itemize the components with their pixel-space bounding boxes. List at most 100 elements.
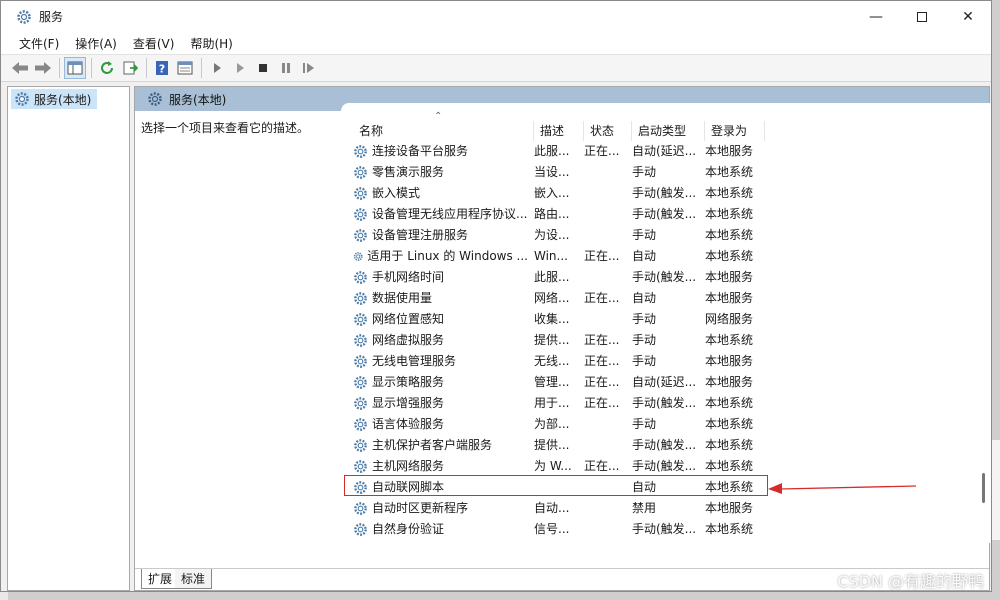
- table-row[interactable]: 语言体验服务 为部... 手动 本地系统: [341, 414, 991, 435]
- service-startup-type: 禁用: [632, 501, 657, 515]
- column-header-description[interactable]: 描述: [534, 121, 584, 141]
- table-row[interactable]: 手机网络时间 此服... 手动(触发... 本地服务: [341, 267, 991, 288]
- service-description: 信号...: [534, 522, 570, 536]
- service-startup-type: 手动: [632, 165, 657, 179]
- service-status: [584, 414, 627, 435]
- tab-extended[interactable]: 扩展: [141, 569, 180, 589]
- service-startup-type: 自动: [632, 291, 657, 305]
- column-header-startup-type[interactable]: 启动类型: [632, 121, 705, 141]
- detail-header-label: 服务(本地): [169, 92, 227, 107]
- column-header-status[interactable]: 状态: [584, 121, 632, 141]
- help-button[interactable]: ?: [151, 57, 173, 79]
- gear-icon: [354, 229, 367, 242]
- back-button[interactable]: [9, 57, 31, 79]
- close-button[interactable]: ✕: [945, 1, 991, 32]
- table-row[interactable]: 自动时区更新程序 自动... 禁用 本地服务: [341, 498, 991, 519]
- column-header-name[interactable]: 名称: [353, 121, 534, 141]
- maximize-button[interactable]: [899, 1, 945, 32]
- services-window: 服务 — ✕ 文件(F) 操作(A) 查看(V) 帮助(H) ? 服务(本地) …: [0, 0, 992, 592]
- table-row[interactable]: 零售演示服务 当设... 手动 本地系统: [341, 162, 991, 183]
- title-bar[interactable]: 服务 — ✕: [1, 1, 991, 32]
- export-list-button[interactable]: [119, 57, 141, 79]
- tree-item-services-local[interactable]: 服务(本地): [11, 89, 97, 109]
- service-logon-as: 本地系统: [705, 249, 754, 263]
- table-row[interactable]: 主机网络服务 为 W... 正在... 手动(触发... 本地系统: [341, 456, 991, 477]
- service-name-cell: 零售演示服务: [353, 162, 528, 183]
- service-name: 网络虚拟服务: [372, 333, 445, 347]
- service-startup-type: 手动: [632, 333, 657, 347]
- service-startup-type: 手动(触发...: [632, 396, 697, 410]
- menu-view[interactable]: 查看(V): [125, 35, 183, 52]
- service-name: 嵌入模式: [372, 186, 421, 200]
- table-row[interactable]: 连接设备平台服务 此服... 正在... 自动(延迟... 本地服务: [341, 141, 991, 162]
- table-row[interactable]: 网络虚拟服务 提供... 正在... 手动 本地系统: [341, 330, 991, 351]
- service-name: 无线电管理服务: [372, 354, 457, 368]
- start-service-alt-button[interactable]: [229, 57, 251, 79]
- refresh-button[interactable]: [96, 57, 118, 79]
- gear-icon: [354, 523, 367, 536]
- service-description: 路由...: [534, 207, 570, 221]
- menu-help[interactable]: 帮助(H): [182, 35, 240, 52]
- service-status: 正在...: [584, 354, 620, 368]
- table-row[interactable]: 无线电管理服务 无线... 正在... 手动 本地服务: [341, 351, 991, 372]
- show-console-tree-button[interactable]: [64, 57, 86, 79]
- gear-icon: [354, 334, 367, 347]
- service-name: 自动时区更新程序: [372, 501, 469, 515]
- restart-service-button[interactable]: [298, 57, 320, 79]
- stop-service-button[interactable]: [252, 57, 274, 79]
- table-row[interactable]: 设备管理注册服务 为设... 手动 本地系统: [341, 225, 991, 246]
- table-row[interactable]: 网络位置感知 收集... 手动 网络服务: [341, 309, 991, 330]
- minimize-button[interactable]: —: [853, 1, 899, 32]
- service-status: [584, 183, 627, 204]
- service-logon-as: 本地服务: [705, 501, 754, 515]
- annotation-highlight-box: [344, 475, 768, 496]
- table-row[interactable]: 主机保护者客户端服务 提供... 手动(触发... 本地系统: [341, 435, 991, 456]
- service-name-cell: 无线电管理服务: [353, 351, 528, 372]
- tree-item-label: 服务(本地): [34, 92, 92, 107]
- service-name: 网络位置感知: [372, 312, 445, 326]
- arrow-left-icon: [12, 62, 28, 74]
- refresh-icon: [101, 61, 113, 74]
- service-name-cell: 设备管理注册服务: [353, 225, 528, 246]
- service-status: 正在...: [584, 459, 620, 473]
- table-row[interactable]: 自然身份验证 信号... 手动(触发... 本地系统: [341, 519, 991, 540]
- service-description: 此服...: [534, 144, 570, 158]
- properties-button[interactable]: [174, 57, 196, 79]
- service-name: 显示策略服务: [372, 375, 445, 389]
- arrow-right-icon: [35, 62, 51, 74]
- service-description: 提供...: [534, 333, 570, 347]
- forward-button[interactable]: [32, 57, 54, 79]
- toolbar: ?: [1, 54, 991, 82]
- service-name-cell: 连接设备平台服务: [353, 141, 528, 162]
- window-title: 服务: [39, 10, 64, 24]
- service-startup-type: 手动: [632, 417, 657, 431]
- table-row[interactable]: 显示增强服务 用于... 正在... 手动(触发... 本地系统: [341, 393, 991, 414]
- table-row[interactable]: 适用于 Linux 的 Windows ... Win... 正在... 自动 本地系统: [341, 246, 991, 267]
- service-name-cell: 手机网络时间: [353, 267, 528, 288]
- gear-icon: [354, 166, 367, 179]
- pause-service-button[interactable]: [275, 57, 297, 79]
- export-list-icon: [123, 61, 138, 75]
- tab-standard[interactable]: 标准: [175, 569, 213, 589]
- table-row[interactable]: 嵌入模式 嵌入... 手动(触发... 本地系统: [341, 183, 991, 204]
- description-prompt: 选择一个项目来查看它的描述。: [141, 121, 310, 135]
- service-description: 此服...: [534, 270, 570, 284]
- vertical-scrollbar[interactable]: [982, 473, 985, 503]
- restart-icon: [303, 63, 314, 73]
- service-description: 无线...: [534, 354, 570, 368]
- gear-icon: [15, 8, 33, 26]
- service-description: 为 W...: [534, 459, 572, 473]
- table-row[interactable]: 数据使用量 网络... 正在... 自动 本地服务: [341, 288, 991, 309]
- gear-icon: [354, 376, 367, 389]
- table-row[interactable]: 设备管理无线应用程序协议... 路由... 手动(触发... 本地系统: [341, 204, 991, 225]
- service-name-cell: 主机保护者客户端服务: [353, 435, 528, 456]
- service-description: 为设...: [534, 228, 570, 242]
- service-name-cell: 嵌入模式: [353, 183, 528, 204]
- start-service-button[interactable]: [206, 57, 228, 79]
- minimize-icon: —: [869, 8, 883, 25]
- service-name-cell: 适用于 Linux 的 Windows ...: [353, 246, 528, 267]
- table-row[interactable]: 显示策略服务 管理... 正在... 自动(延迟... 本地服务: [341, 372, 991, 393]
- column-header-logon-as[interactable]: 登录为: [705, 121, 765, 141]
- menu-action[interactable]: 操作(A): [67, 35, 125, 52]
- menu-file[interactable]: 文件(F): [11, 35, 67, 52]
